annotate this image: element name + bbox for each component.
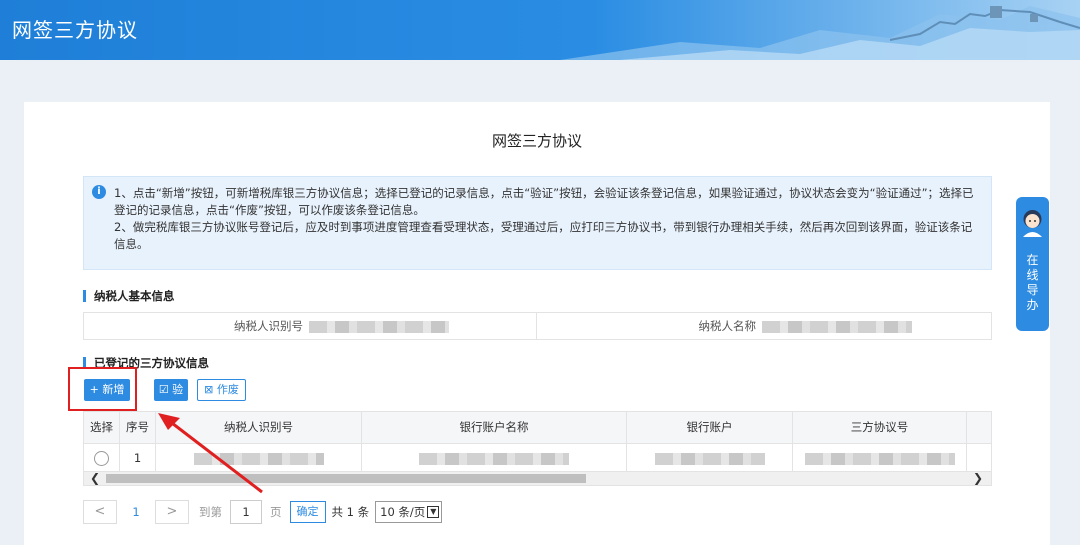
annotation-arrow (158, 413, 263, 494)
online-guide-label: 在线导办 (1026, 253, 1039, 312)
avatar-icon (1023, 210, 1042, 237)
online-guide-button[interactable]: 在线导办 (1016, 197, 1049, 331)
